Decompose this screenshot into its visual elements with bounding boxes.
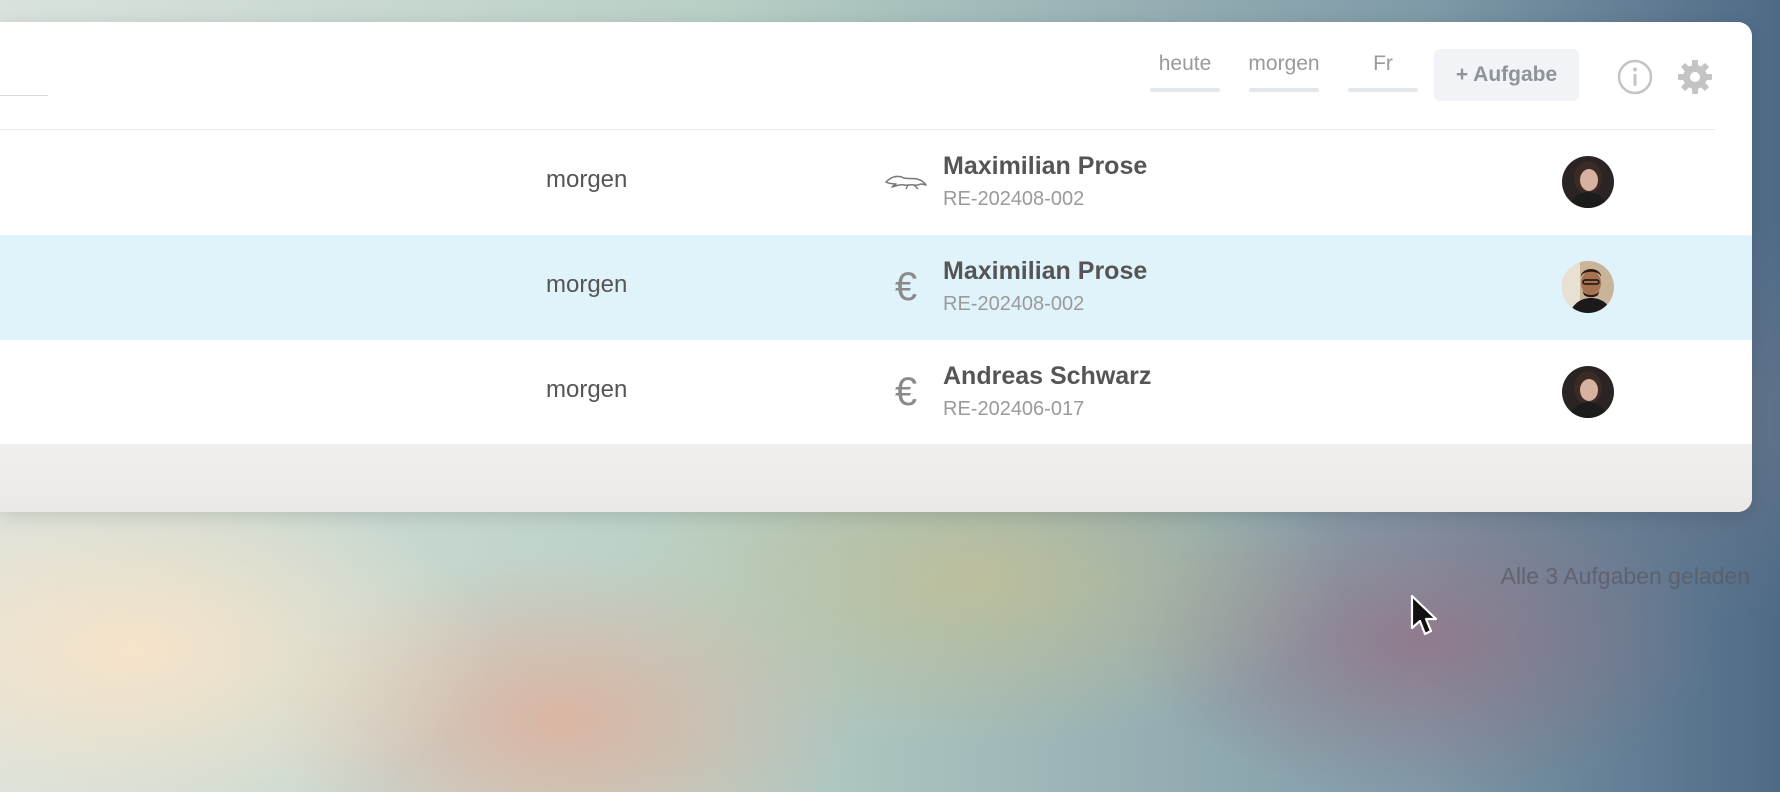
task-panel: heute morgen Fr + Aufgabe morgen Maximil… xyxy=(0,22,1752,512)
load-status-text: Alle 3 Aufgaben geladen xyxy=(1500,563,1750,589)
task-toolbar: heute morgen Fr + Aufgabe xyxy=(0,22,1716,130)
mouse-cursor-icon xyxy=(1410,594,1438,636)
add-task-button[interactable]: + Aufgabe xyxy=(1434,49,1579,101)
avatar xyxy=(1562,156,1614,208)
gear-icon[interactable] xyxy=(1676,58,1714,96)
euro-icon: € xyxy=(894,370,918,414)
task-row[interactable]: morgen Maximilian Prose RE-202408-002 xyxy=(0,130,1752,235)
info-icon[interactable] xyxy=(1616,58,1654,96)
filter-morgen[interactable]: morgen xyxy=(1248,52,1320,92)
euro-icon: € xyxy=(894,265,918,309)
task-row-selected[interactable]: morgen € Maximilian Prose RE-202408-002 xyxy=(0,235,1752,340)
avatar xyxy=(1562,261,1614,313)
filter-fr[interactable]: Fr xyxy=(1348,52,1418,92)
due-date: morgen xyxy=(546,376,628,403)
contact-name: Maximilian Prose xyxy=(943,257,1148,285)
invoice-reference: RE-202408-002 xyxy=(943,293,1085,315)
invoice-reference: RE-202408-002 xyxy=(943,188,1085,210)
due-date: morgen xyxy=(546,271,628,298)
contact-name: Andreas Schwarz xyxy=(943,362,1152,390)
task-row[interactable]: morgen € Andreas Schwarz RE-202406-017 xyxy=(0,340,1752,445)
contact-name: Maximilian Prose xyxy=(943,152,1148,180)
panel-footer xyxy=(0,444,1752,512)
due-date: morgen xyxy=(546,166,628,193)
jaguar-car-logo-icon xyxy=(884,160,928,204)
search-input[interactable] xyxy=(0,95,48,96)
filter-heute[interactable]: heute xyxy=(1150,52,1220,92)
avatar xyxy=(1562,366,1614,418)
invoice-reference: RE-202406-017 xyxy=(943,398,1085,420)
